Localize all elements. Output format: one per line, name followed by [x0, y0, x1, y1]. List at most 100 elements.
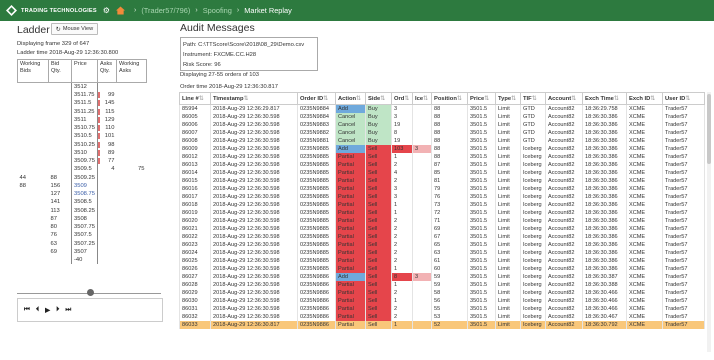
sort-icon[interactable]: ⇅ — [380, 96, 385, 102]
ladder-row[interactable]: 3511.5 145 — [18, 99, 147, 108]
audit-row[interactable]: 86032 2018-Aug-29 12:36:30.598 0235N9886 Pa… — [179, 313, 705, 321]
ladder-row[interactable]: 3509.5 4 75 — [18, 165, 147, 174]
frame-slider-thumb[interactable] — [87, 289, 94, 296]
audit-row[interactable]: 86006 2018-Aug-29 12:36:30.598 0235N9883 Ca… — [179, 121, 705, 129]
breadcrumb-spoofing[interactable]: Spoofing — [203, 6, 232, 15]
col-user-id[interactable]: User ID⇅ — [662, 92, 705, 105]
last-frame-icon[interactable]: ⏭ — [65, 306, 71, 314]
ladder-row[interactable]: 3511.75 99 — [18, 91, 147, 100]
audit-row[interactable]: 86030 2018-Aug-29 12:36:30.598 0235N9886 Pa… — [179, 297, 705, 305]
audit-row[interactable]: 86022 2018-Aug-29 12:36:30.598 0235N9885 Pa… — [179, 233, 705, 241]
sort-icon[interactable]: ⇅ — [356, 96, 361, 102]
audit-row[interactable]: 86014 2018-Aug-29 12:36:30.598 0235N9885 Pa… — [179, 169, 705, 177]
ladder-row[interactable]: 127 3508.75 — [18, 190, 147, 199]
sort-icon[interactable]: ⇅ — [404, 96, 409, 102]
audit-row[interactable]: 86023 2018-Aug-29 12:36:30.598 0235N9885 Pa… — [179, 241, 705, 249]
ladder-row[interactable]: 113 3508.25 — [18, 206, 147, 215]
audit-row[interactable]: 85994 2018-Aug-29 12:36:29.817 0235N9884 Ad… — [179, 104, 705, 113]
col-type[interactable]: Type⇅ — [495, 92, 521, 105]
home-icon[interactable] — [115, 6, 125, 15]
col-side[interactable]: Side⇅ — [365, 92, 392, 105]
audit-row[interactable]: 86005 2018-Aug-29 12:36:30.598 0235N9884 Ca… — [179, 113, 705, 121]
sort-icon[interactable]: ⇅ — [457, 96, 462, 102]
col-action[interactable]: Action⇅ — [335, 92, 366, 105]
audit-row[interactable]: 86020 2018-Aug-29 12:36:30.598 0235N9885 Pa… — [179, 217, 705, 225]
timestamp-cell: 2018-Aug-29 12:36:29.817 — [210, 104, 298, 113]
breadcrumb-trader[interactable]: (Trader57/796) — [141, 6, 190, 15]
step-forward-icon[interactable]: ⏵ — [56, 306, 59, 314]
audit-row[interactable]: 86031 2018-Aug-29 12:36:30.598 0235N9886 Pa… — [179, 305, 705, 313]
ladder-row[interactable]: 3510.5 101 — [18, 132, 147, 141]
sort-icon[interactable]: ⇅ — [650, 96, 655, 102]
sort-icon[interactable]: ⇅ — [199, 96, 204, 102]
col-timestamp[interactable]: Timestamp⇅ — [210, 92, 298, 105]
audit-row[interactable]: 86027 2018-Aug-29 12:36:30.598 0235N9886 Ad… — [179, 273, 705, 281]
col-price[interactable]: Price⇅ — [467, 92, 496, 105]
ladder-row[interactable]: 3511 129 — [18, 115, 147, 124]
audit-row[interactable]: 86019 2018-Aug-29 12:36:30.598 0235N9885 Pa… — [179, 209, 705, 217]
audit-row[interactable]: 86008 2018-Aug-29 12:36:30.598 0235N9881 Ca… — [179, 137, 705, 145]
ladder-row[interactable]: 69 3507 — [18, 247, 147, 256]
play-icon[interactable]: ▶ — [45, 306, 50, 314]
price-cell: 3508.5 — [71, 198, 98, 207]
audit-row[interactable]: 86015 2018-Aug-29 12:36:30.598 0235N9885 Pa… — [179, 177, 705, 185]
exch-id-cell: XCME — [626, 257, 663, 265]
gear-icon[interactable]: ⚙ — [103, 6, 110, 15]
action-cell: Partial — [335, 161, 366, 169]
step-back-icon[interactable]: ⏴ — [36, 306, 39, 314]
col-exch-time[interactable]: Exch Time⇅ — [582, 92, 627, 105]
sort-icon[interactable]: ⇅ — [244, 96, 249, 102]
col-ord[interactable]: Ord⇅ — [391, 92, 413, 105]
audit-scrollbar[interactable] — [707, 92, 711, 352]
audit-row[interactable]: 86013 2018-Aug-29 12:36:30.598 0235N9885 Pa… — [179, 161, 705, 169]
audit-row[interactable]: 86033 2018-Aug-29 12:36:30.817 0235N9886 Pa… — [179, 321, 705, 329]
ladder-row[interactable]: 44 88 3509.25 — [18, 173, 147, 182]
ladder-row[interactable]: 88 156 3509 — [18, 181, 147, 190]
col-tif[interactable]: TIF⇅ — [520, 92, 546, 105]
col-ice[interactable]: Ice⇅ — [412, 92, 432, 105]
ladder-row[interactable]: 3510.25 98 — [18, 140, 147, 149]
sort-icon[interactable]: ⇅ — [614, 96, 619, 102]
col-line[interactable]: Line #⇅ — [179, 92, 211, 105]
ladder-row[interactable]: 80 3507.75 — [18, 223, 147, 232]
col-order-id[interactable]: Order ID⇅ — [297, 92, 336, 105]
audit-row[interactable]: 86016 2018-Aug-29 12:36:30.598 0235N9885 Pa… — [179, 185, 705, 193]
audit-row[interactable]: 86029 2018-Aug-29 12:36:30.598 0235N9886 Pa… — [179, 289, 705, 297]
audit-row[interactable]: 86018 2018-Aug-29 12:36:30.598 0235N9885 Pa… — [179, 201, 705, 209]
sort-icon[interactable]: ⇅ — [511, 96, 516, 102]
audit-row[interactable]: 86028 2018-Aug-29 12:36:30.598 0235N9886 Pa… — [179, 281, 705, 289]
col-account[interactable]: Account⇅ — [545, 92, 583, 105]
ladder-row[interactable]: 76 3507.5 — [18, 231, 147, 240]
audit-row[interactable]: 86007 2018-Aug-29 12:36:30.598 0235N9882 Ca… — [179, 129, 705, 137]
audit-row[interactable]: 86012 2018-Aug-29 12:36:30.598 0235N9885 Pa… — [179, 153, 705, 161]
sort-icon[interactable]: ⇅ — [423, 96, 428, 102]
ladder-row[interactable]: -40 — [18, 256, 147, 265]
ladder-row[interactable]: 3511.25 115 — [18, 107, 147, 116]
ladder-row[interactable]: 3509.75 77 — [18, 157, 147, 166]
audit-row[interactable]: 86024 2018-Aug-29 12:36:30.598 0235N9885 Pa… — [179, 249, 705, 257]
sort-icon[interactable]: ⇅ — [571, 96, 576, 102]
brand[interactable]: TRADING TECHNOLOGIES — [0, 0, 97, 21]
scrollbar-thumb[interactable] — [707, 94, 711, 164]
ladder-row[interactable]: 3512 — [18, 82, 147, 91]
audit-row[interactable]: 86026 2018-Aug-29 12:36:30.598 0235N9885 Pa… — [179, 265, 705, 273]
tif-cell: GTD — [520, 129, 546, 137]
audit-row[interactable]: 86009 2018-Aug-29 12:36:30.598 0235N9885 Ad… — [179, 145, 705, 153]
col-position[interactable]: Position⇅ — [431, 92, 468, 105]
ladder-row[interactable]: 63 3507.25 — [18, 239, 147, 248]
sort-icon[interactable]: ⇅ — [532, 96, 537, 102]
ladder-row[interactable]: 3510.75 110 — [18, 124, 147, 133]
mouse-view-button[interactable]: ↻ Mouse View — [51, 23, 98, 35]
sort-icon[interactable]: ⇅ — [323, 96, 328, 102]
first-frame-icon[interactable]: ⏮ — [24, 306, 30, 314]
sort-icon[interactable]: ⇅ — [685, 96, 690, 102]
ladder-row[interactable]: 141 3508.5 — [18, 198, 147, 207]
audit-row[interactable]: 86021 2018-Aug-29 12:36:30.598 0235N9885 Pa… — [179, 225, 705, 233]
audit-row[interactable]: 86025 2018-Aug-29 12:36:30.598 0235N9885 Pa… — [179, 257, 705, 265]
col-exch-id[interactable]: Exch ID⇅ — [626, 92, 663, 105]
ladder-row[interactable]: 87 3508 — [18, 214, 147, 223]
audit-row[interactable]: 86017 2018-Aug-29 12:36:30.598 0235N9885 Pa… — [179, 193, 705, 201]
ladder-row[interactable]: 3510 89 — [18, 148, 147, 157]
order-id-cell: 0235N9886 — [297, 289, 336, 297]
sort-icon[interactable]: ⇅ — [484, 96, 489, 102]
